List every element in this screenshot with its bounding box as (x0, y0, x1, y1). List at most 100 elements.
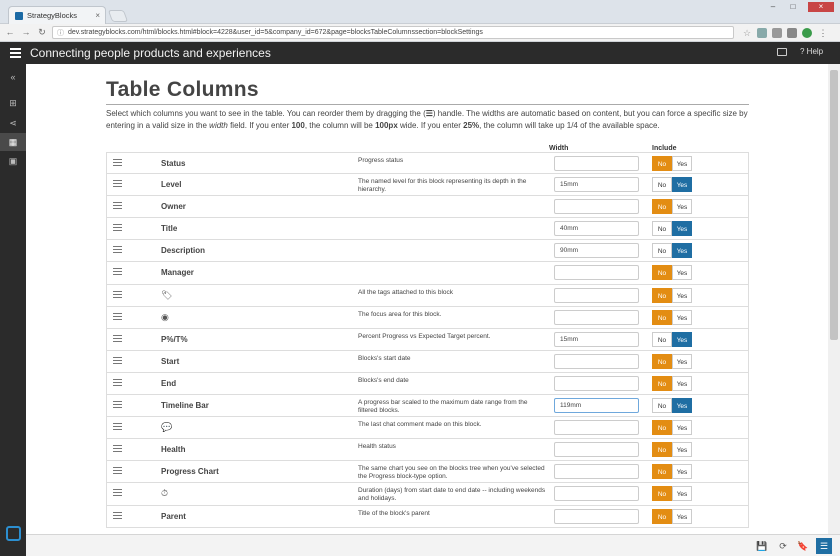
include-no-button[interactable]: No (652, 331, 672, 347)
width-input[interactable] (554, 464, 639, 480)
drag-handle-icon[interactable] (113, 180, 122, 189)
include-yes-button[interactable]: Yes (672, 486, 692, 502)
include-yes-button[interactable]: Yes (672, 508, 692, 524)
url-input[interactable]: ⓘ dev.strategyblocks.com/html/blocks.htm… (52, 26, 734, 39)
include-yes-button[interactable]: Yes (672, 420, 692, 436)
table-row[interactable]: Level The named level for this block repr… (106, 174, 749, 197)
collapse-icon[interactable]: « (0, 68, 26, 86)
include-no-button[interactable]: No (652, 442, 672, 458)
drag-handle-icon[interactable] (113, 290, 122, 300)
table-row[interactable]: Start Blocks's start date No Yes (106, 350, 749, 373)
width-input[interactable] (554, 199, 639, 215)
include-no-button[interactable]: No (652, 265, 672, 281)
refresh-icon[interactable]: ⟳ (775, 538, 791, 554)
include-yes-button[interactable]: Yes (672, 199, 692, 215)
width-input[interactable]: 119mm (554, 398, 639, 414)
include-no-button[interactable]: No (652, 309, 672, 325)
drag-handle-icon[interactable] (113, 312, 122, 322)
include-yes-button[interactable]: Yes (672, 156, 692, 171)
include-yes-button[interactable]: Yes (672, 287, 692, 303)
star-icon[interactable]: ☆ (742, 28, 752, 38)
browser-tab[interactable]: StrategyBlocks × (8, 6, 106, 24)
include-yes-button[interactable]: Yes (672, 353, 692, 369)
width-input[interactable] (554, 309, 639, 325)
drag-handle-icon[interactable] (113, 202, 122, 211)
include-no-button[interactable]: No (652, 375, 672, 391)
extension-icon[interactable] (757, 28, 767, 38)
back-icon[interactable]: ← (4, 27, 16, 37)
table-row[interactable]: Status Progress status No Yes (106, 152, 749, 175)
include-yes-button[interactable]: Yes (672, 265, 692, 281)
include-no-button[interactable]: No (652, 243, 672, 259)
include-yes-button[interactable]: Yes (672, 221, 692, 237)
table-row[interactable]: Title 40mm No Yes (106, 218, 749, 241)
include-no-button[interactable]: No (652, 464, 672, 480)
include-yes-button[interactable]: Yes (672, 375, 692, 391)
width-input[interactable]: 90mm (554, 243, 639, 259)
new-tab-button[interactable] (107, 10, 129, 22)
table-row[interactable]: ⏱ Duration (days) from start date to end … (106, 483, 749, 506)
save-icon[interactable]: 💾 (754, 538, 770, 554)
drag-handle-icon[interactable] (113, 224, 122, 233)
menu-icon[interactable]: ⋮ (818, 28, 828, 38)
width-input[interactable] (554, 420, 639, 436)
table-icon[interactable]: ▦ (0, 133, 26, 151)
width-input[interactable]: 40mm (554, 221, 639, 237)
include-no-button[interactable]: No (652, 199, 672, 215)
extension-icon[interactable] (787, 28, 797, 38)
table-row[interactable]: Manager No Yes (106, 262, 749, 285)
screen-icon[interactable] (777, 48, 787, 56)
width-input[interactable]: 15mm (554, 177, 639, 193)
table-row[interactable]: End Blocks's end date No Yes (106, 372, 749, 396)
width-input[interactable] (554, 156, 639, 171)
settings-icon[interactable]: ☰ (816, 538, 832, 554)
drag-handle-icon[interactable] (113, 511, 122, 521)
table-row[interactable]: Health Health status No Yes (106, 439, 749, 462)
width-input[interactable] (554, 508, 639, 524)
drag-handle-icon[interactable] (113, 356, 122, 366)
window-close-button[interactable]: × (808, 2, 834, 12)
drag-handle-icon[interactable] (113, 423, 122, 432)
include-no-button[interactable]: No (652, 177, 672, 193)
include-yes-button[interactable]: Yes (672, 464, 692, 480)
drag-handle-icon[interactable] (113, 246, 122, 255)
drag-handle-icon[interactable] (113, 378, 122, 388)
bookmark-icon[interactable]: 🔖 (795, 538, 811, 554)
include-yes-button[interactable]: Yes (672, 177, 692, 193)
include-yes-button[interactable]: Yes (672, 331, 692, 347)
drag-handle-icon[interactable] (113, 489, 122, 498)
minimize-button[interactable]: – (764, 2, 782, 12)
include-no-button[interactable]: No (652, 156, 672, 171)
include-no-button[interactable]: No (652, 398, 672, 414)
drag-handle-icon[interactable] (113, 401, 122, 410)
include-no-button[interactable]: No (652, 486, 672, 502)
width-input[interactable] (554, 442, 639, 458)
extension-icon[interactable] (802, 28, 812, 38)
include-no-button[interactable]: No (652, 221, 672, 237)
include-no-button[interactable]: No (652, 353, 672, 369)
reload-icon[interactable]: ↻ (36, 27, 48, 38)
drag-handle-icon[interactable] (113, 445, 122, 454)
include-no-button[interactable]: No (652, 508, 672, 524)
width-input[interactable] (554, 486, 639, 502)
drag-handle-icon[interactable] (113, 268, 122, 277)
hamburger-icon[interactable] (10, 48, 21, 58)
info-icon[interactable]: ⓘ (57, 28, 64, 38)
width-input[interactable] (554, 287, 639, 303)
width-input[interactable]: 15mm (554, 331, 639, 347)
drag-handle-icon[interactable] (113, 159, 122, 168)
width-input[interactable] (554, 375, 639, 391)
table-row[interactable]: Parent Title of the block's parent No Yes (106, 505, 749, 528)
share-icon[interactable]: ⋖ (0, 114, 26, 132)
table-row[interactable]: Owner No Yes (106, 196, 749, 219)
tab-close-icon[interactable]: × (95, 11, 100, 20)
table-row[interactable]: P%/T% Percent Progress vs Expected Target… (106, 328, 749, 351)
include-no-button[interactable]: No (652, 287, 672, 303)
include-yes-button[interactable]: Yes (672, 398, 692, 414)
include-yes-button[interactable]: Yes (672, 309, 692, 325)
table-row[interactable]: 💬 The last chat comment made on this bloc… (106, 417, 749, 440)
table-row[interactable]: ◉ The focus area for this block. No Yes (106, 306, 749, 329)
table-row[interactable]: Progress Chart The same chart you see on … (106, 461, 749, 484)
drag-handle-icon[interactable] (113, 467, 122, 476)
hierarchy-icon[interactable]: ⊞ (0, 94, 26, 112)
